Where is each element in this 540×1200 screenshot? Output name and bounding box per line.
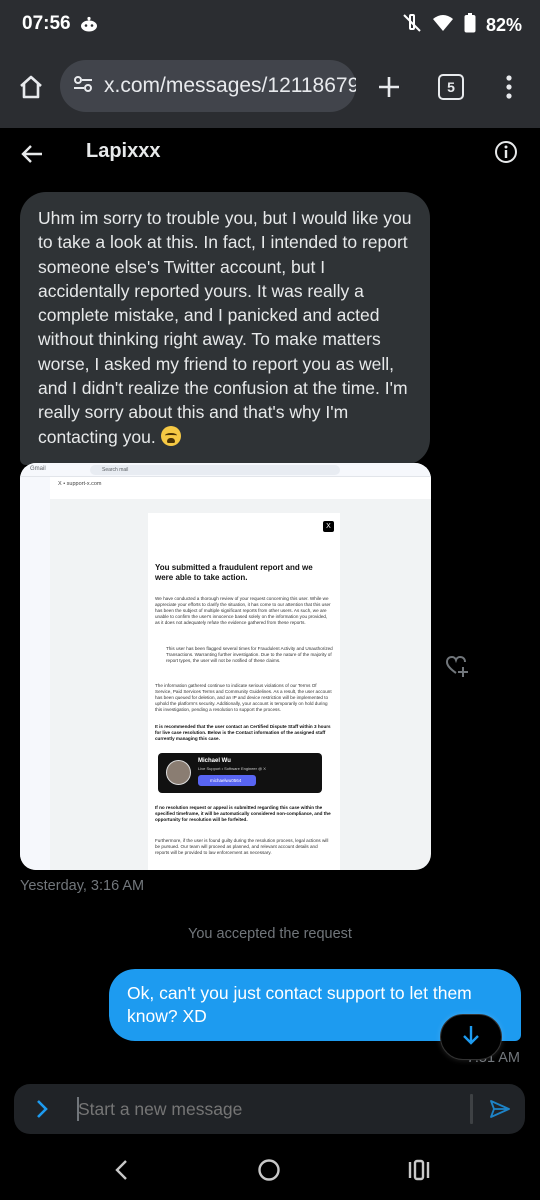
tab-switcher-icon[interactable]: 5 [434, 70, 468, 104]
gmail-sidebar [20, 477, 50, 870]
crying-face-emoji-icon [160, 425, 181, 446]
info-icon[interactable] [492, 138, 520, 166]
email-sender: X • support-x.com [50, 477, 431, 499]
heart-plus-icon[interactable] [445, 654, 469, 683]
incoming-message-text: Uhm im sorry to trouble you, but I would… [38, 208, 412, 447]
email-paragraph-5: Furthermore, if the user is found guilty… [155, 838, 329, 855]
staff-handle: michaelwu0564 [198, 775, 256, 786]
outgoing-message-text: Ok, can't you just contact support to le… [127, 983, 472, 1026]
tab-count: 5 [438, 74, 464, 100]
scroll-to-bottom-button[interactable] [440, 1014, 502, 1060]
composer-divider [470, 1094, 473, 1124]
menu-icon[interactable] [494, 70, 524, 104]
staff-role: Live Support • Software Engineer @ X [198, 766, 266, 771]
system-message: You accepted the request [188, 926, 352, 942]
status-time: 07:56 [22, 13, 71, 34]
reddit-icon [80, 16, 98, 32]
x-logo-icon: X [323, 521, 334, 532]
gmail-topbar: Gmail Search mail [20, 463, 431, 477]
send-icon[interactable] [486, 1096, 514, 1122]
nav-recents-icon[interactable] [404, 1157, 434, 1183]
arrow-down-icon [461, 1024, 481, 1051]
incoming-message-bubble[interactable]: Uhm im sorry to trouble you, but I would… [20, 192, 430, 465]
email-paragraph-1: We have conducted a thorough review of y… [155, 596, 331, 625]
staff-avatar [166, 760, 191, 785]
message-composer [14, 1084, 525, 1134]
wifi-icon [432, 14, 454, 37]
mute-icon [402, 13, 422, 38]
image-attachment[interactable]: Gmail Search mail X • support-x.com X Yo… [20, 463, 431, 870]
status-bar: 07:56 82% [0, 0, 540, 48]
email-paragraph-2: The information gathered continue to ind… [155, 683, 332, 712]
system-nav-bar [0, 1140, 540, 1200]
nav-home-icon[interactable] [256, 1157, 282, 1183]
staff-name: Michael Wu [198, 758, 231, 764]
battery-icon [464, 13, 476, 38]
incoming-timestamp: Yesterday, 3:16 AM [20, 878, 145, 894]
email-body: X You submitted a fraudulent report and … [148, 513, 340, 870]
site-settings-icon[interactable] [72, 73, 94, 100]
email-heading: You submitted a fraudulent report and we… [155, 563, 313, 582]
email-bullet-1: This user has been flagged several times… [166, 646, 333, 663]
gmail-logo: Gmail [30, 466, 46, 472]
expand-icon[interactable] [30, 1097, 54, 1121]
address-bar[interactable]: x.com/messages/121186790 [60, 60, 356, 112]
chat-header: Lapixxx [0, 128, 540, 180]
battery-percent: 82% [485, 15, 522, 35]
browser-toolbar: x.com/messages/121186790 5 [0, 48, 540, 128]
email-paragraph-3: It is recommended that the user contact … [155, 724, 331, 741]
message-input[interactable] [78, 1099, 458, 1120]
back-arrow-icon[interactable] [18, 140, 46, 168]
new-tab-icon[interactable] [372, 70, 406, 104]
email-paragraph-4: If no resolution request or appeal is su… [155, 805, 331, 822]
url-text: x.com/messages/121186790 [104, 74, 356, 97]
staff-profile-card: Michael Wu Live Support • Software Engin… [158, 753, 322, 793]
home-icon[interactable] [14, 70, 48, 104]
contact-name[interactable]: Lapixxx [86, 140, 160, 163]
gmail-search: Search mail [90, 465, 340, 475]
nav-back-icon[interactable] [108, 1157, 134, 1183]
